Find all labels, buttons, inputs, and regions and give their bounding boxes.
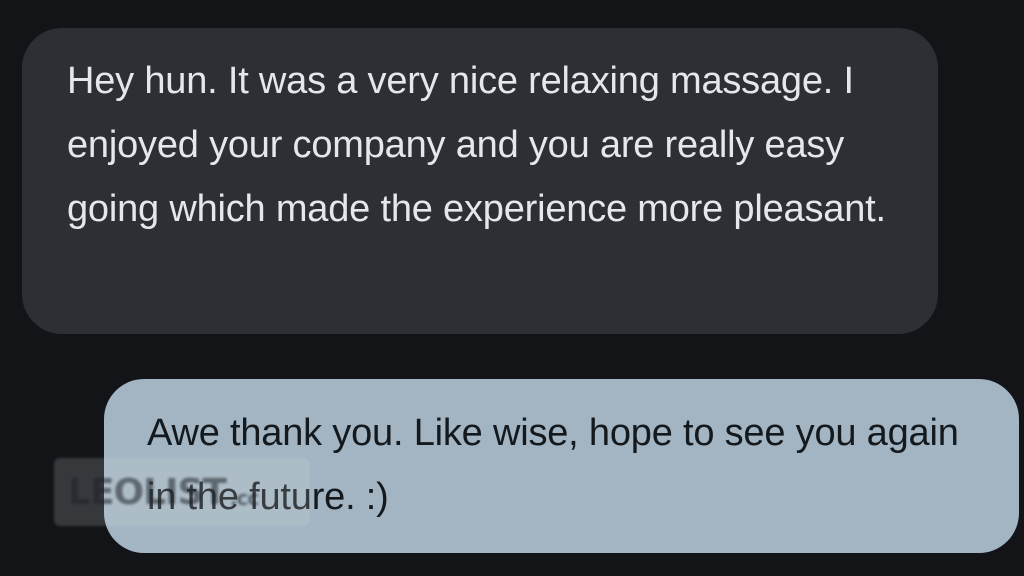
outgoing-message-bubble[interactable]: Awe thank you. Like wise, hope to see yo… xyxy=(104,379,1019,553)
conversation-view: Hey hun. It was a very nice relaxing mas… xyxy=(0,0,1024,576)
message-text: Hey hun. It was a very nice relaxing mas… xyxy=(67,60,886,230)
incoming-message-bubble[interactable]: Hey hun. It was a very nice relaxing mas… xyxy=(22,28,938,334)
message-text: Awe thank you. Like wise, hope to see yo… xyxy=(147,412,970,518)
